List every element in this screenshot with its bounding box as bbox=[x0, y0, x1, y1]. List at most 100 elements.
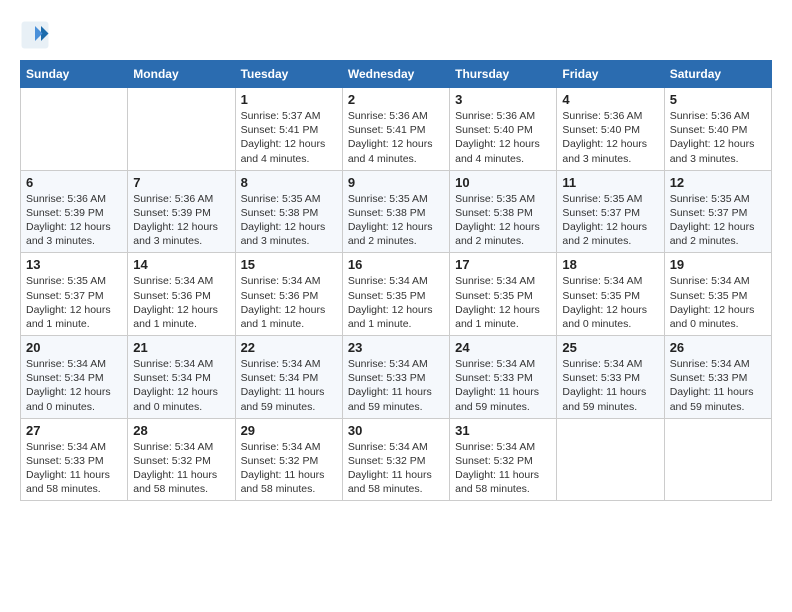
cell-info: Sunrise: 5:34 AMSunset: 5:36 PMDaylight:… bbox=[241, 274, 337, 331]
cell-day-number: 22 bbox=[241, 340, 337, 355]
cell-day-number: 13 bbox=[26, 257, 122, 272]
cell-day-number: 8 bbox=[241, 175, 337, 190]
calendar-cell: 5 Sunrise: 5:36 AMSunset: 5:40 PMDaylight… bbox=[664, 88, 771, 171]
cell-info: Sunrise: 5:36 AMSunset: 5:39 PMDaylight:… bbox=[26, 192, 122, 249]
cell-info: Sunrise: 5:34 AMSunset: 5:32 PMDaylight:… bbox=[348, 440, 444, 497]
cell-info: Sunrise: 5:34 AMSunset: 5:32 PMDaylight:… bbox=[241, 440, 337, 497]
calendar-cell: 30 Sunrise: 5:34 AMSunset: 5:32 PMDayligh… bbox=[342, 418, 449, 501]
calendar-week-row: 1 Sunrise: 5:37 AMSunset: 5:41 PMDaylight… bbox=[21, 88, 772, 171]
calendar-cell: 7 Sunrise: 5:36 AMSunset: 5:39 PMDaylight… bbox=[128, 170, 235, 253]
cell-info: Sunrise: 5:36 AMSunset: 5:39 PMDaylight:… bbox=[133, 192, 229, 249]
calendar-cell: 9 Sunrise: 5:35 AMSunset: 5:38 PMDaylight… bbox=[342, 170, 449, 253]
calendar-cell: 8Sunrise: 5:35 AMSunset: 5:38 PMDaylight… bbox=[235, 170, 342, 253]
cell-day-number: 21 bbox=[133, 340, 229, 355]
cell-info: Sunrise: 5:34 AMSunset: 5:35 PMDaylight:… bbox=[562, 274, 658, 331]
calendar-cell: 19 Sunrise: 5:34 AMSunset: 5:35 PMDayligh… bbox=[664, 253, 771, 336]
calendar-cell: 11 Sunrise: 5:35 AMSunset: 5:37 PMDayligh… bbox=[557, 170, 664, 253]
cell-day-number: 11 bbox=[562, 175, 658, 190]
calendar-week-row: 13 Sunrise: 5:35 AMSunset: 5:37 PMDayligh… bbox=[21, 253, 772, 336]
calendar-header: SundayMondayTuesdayWednesdayThursdayFrid… bbox=[21, 61, 772, 88]
calendar-cell: 21 Sunrise: 5:34 AMSunset: 5:34 PMDayligh… bbox=[128, 336, 235, 419]
cell-info: Sunrise: 5:36 AMSunset: 5:40 PMDaylight:… bbox=[562, 109, 658, 166]
calendar-cell: 4 Sunrise: 5:36 AMSunset: 5:40 PMDaylight… bbox=[557, 88, 664, 171]
cell-day-number: 24 bbox=[455, 340, 551, 355]
cell-day-number: 4 bbox=[562, 92, 658, 107]
cell-info: Sunrise: 5:36 AMSunset: 5:41 PMDaylight:… bbox=[348, 109, 444, 166]
calendar-cell: 6 Sunrise: 5:36 AMSunset: 5:39 PMDaylight… bbox=[21, 170, 128, 253]
calendar-cell: 28 Sunrise: 5:34 AMSunset: 5:32 PMDayligh… bbox=[128, 418, 235, 501]
calendar-cell: 13 Sunrise: 5:35 AMSunset: 5:37 PMDayligh… bbox=[21, 253, 128, 336]
cell-day-number: 30 bbox=[348, 423, 444, 438]
cell-day-number: 25 bbox=[562, 340, 658, 355]
calendar-cell: 2Sunrise: 5:36 AMSunset: 5:41 PMDaylight… bbox=[342, 88, 449, 171]
calendar-cell: 15Sunrise: 5:34 AMSunset: 5:36 PMDayligh… bbox=[235, 253, 342, 336]
calendar-cell: 12Sunrise: 5:35 AMSunset: 5:37 PMDayligh… bbox=[664, 170, 771, 253]
weekday-header: Sunday bbox=[21, 61, 128, 88]
cell-info: Sunrise: 5:34 AMSunset: 5:33 PMDaylight:… bbox=[455, 357, 551, 414]
weekday-header: Monday bbox=[128, 61, 235, 88]
calendar-cell: 18 Sunrise: 5:34 AMSunset: 5:35 PMDayligh… bbox=[557, 253, 664, 336]
calendar-cell: 24 Sunrise: 5:34 AMSunset: 5:33 PMDayligh… bbox=[450, 336, 557, 419]
cell-day-number: 3 bbox=[455, 92, 551, 107]
calendar-cell bbox=[21, 88, 128, 171]
calendar-cell: 23 Sunrise: 5:34 AMSunset: 5:33 PMDayligh… bbox=[342, 336, 449, 419]
cell-day-number: 31 bbox=[455, 423, 551, 438]
cell-day-number: 10 bbox=[455, 175, 551, 190]
cell-info: Sunrise: 5:34 AMSunset: 5:32 PMDaylight:… bbox=[455, 440, 551, 497]
calendar-cell: 26Sunrise: 5:34 AMSunset: 5:33 PMDayligh… bbox=[664, 336, 771, 419]
cell-info: Sunrise: 5:35 AMSunset: 5:37 PMDaylight:… bbox=[562, 192, 658, 249]
cell-day-number: 7 bbox=[133, 175, 229, 190]
weekday-header: Wednesday bbox=[342, 61, 449, 88]
cell-info: Sunrise: 5:34 AMSunset: 5:33 PMDaylight:… bbox=[348, 357, 444, 414]
cell-day-number: 5 bbox=[670, 92, 766, 107]
cell-info: Sunrise: 5:34 AMSunset: 5:34 PMDaylight:… bbox=[26, 357, 122, 414]
calendar-table: SundayMondayTuesdayWednesdayThursdayFrid… bbox=[20, 60, 772, 501]
cell-info: Sunrise: 5:34 AMSunset: 5:33 PMDaylight:… bbox=[562, 357, 658, 414]
cell-day-number: 18 bbox=[562, 257, 658, 272]
cell-day-number: 6 bbox=[26, 175, 122, 190]
calendar-cell: 20Sunrise: 5:34 AMSunset: 5:34 PMDayligh… bbox=[21, 336, 128, 419]
cell-day-number: 28 bbox=[133, 423, 229, 438]
calendar-cell: 14 Sunrise: 5:34 AMSunset: 5:36 PMDayligh… bbox=[128, 253, 235, 336]
page-container: SundayMondayTuesdayWednesdayThursdayFrid… bbox=[20, 20, 772, 501]
calendar-cell: 1 Sunrise: 5:37 AMSunset: 5:41 PMDaylight… bbox=[235, 88, 342, 171]
cell-info: Sunrise: 5:37 AMSunset: 5:41 PMDaylight:… bbox=[241, 109, 337, 166]
cell-info: Sunrise: 5:35 AMSunset: 5:38 PMDaylight:… bbox=[455, 192, 551, 249]
calendar-week-row: 20Sunrise: 5:34 AMSunset: 5:34 PMDayligh… bbox=[21, 336, 772, 419]
cell-info: Sunrise: 5:35 AMSunset: 5:37 PMDaylight:… bbox=[26, 274, 122, 331]
cell-info: Sunrise: 5:36 AMSunset: 5:40 PMDaylight:… bbox=[455, 109, 551, 166]
cell-day-number: 23 bbox=[348, 340, 444, 355]
calendar-cell bbox=[557, 418, 664, 501]
weekday-header: Friday bbox=[557, 61, 664, 88]
cell-day-number: 17 bbox=[455, 257, 551, 272]
calendar-cell: 31 Sunrise: 5:34 AMSunset: 5:32 PMDayligh… bbox=[450, 418, 557, 501]
cell-info: Sunrise: 5:36 AMSunset: 5:40 PMDaylight:… bbox=[670, 109, 766, 166]
logo-icon bbox=[20, 20, 50, 50]
cell-info: Sunrise: 5:34 AMSunset: 5:35 PMDaylight:… bbox=[670, 274, 766, 331]
cell-day-number: 1 bbox=[241, 92, 337, 107]
calendar-cell: 27 Sunrise: 5:34 AMSunset: 5:33 PMDayligh… bbox=[21, 418, 128, 501]
cell-day-number: 12 bbox=[670, 175, 766, 190]
cell-info: Sunrise: 5:34 AMSunset: 5:36 PMDaylight:… bbox=[133, 274, 229, 331]
calendar-cell: 17Sunrise: 5:34 AMSunset: 5:35 PMDayligh… bbox=[450, 253, 557, 336]
cell-day-number: 14 bbox=[133, 257, 229, 272]
calendar-cell: 16Sunrise: 5:34 AMSunset: 5:35 PMDayligh… bbox=[342, 253, 449, 336]
cell-info: Sunrise: 5:34 AMSunset: 5:33 PMDaylight:… bbox=[26, 440, 122, 497]
cell-day-number: 9 bbox=[348, 175, 444, 190]
calendar-body: 1 Sunrise: 5:37 AMSunset: 5:41 PMDaylight… bbox=[21, 88, 772, 501]
cell-day-number: 27 bbox=[26, 423, 122, 438]
cell-info: Sunrise: 5:34 AMSunset: 5:34 PMDaylight:… bbox=[241, 357, 337, 414]
calendar-week-row: 27 Sunrise: 5:34 AMSunset: 5:33 PMDayligh… bbox=[21, 418, 772, 501]
cell-info: Sunrise: 5:34 AMSunset: 5:35 PMDaylight:… bbox=[348, 274, 444, 331]
cell-info: Sunrise: 5:35 AMSunset: 5:38 PMDaylight:… bbox=[348, 192, 444, 249]
calendar-cell bbox=[664, 418, 771, 501]
cell-day-number: 29 bbox=[241, 423, 337, 438]
cell-info: Sunrise: 5:34 AMSunset: 5:34 PMDaylight:… bbox=[133, 357, 229, 414]
calendar-cell bbox=[128, 88, 235, 171]
cell-day-number: 19 bbox=[670, 257, 766, 272]
logo bbox=[20, 20, 54, 50]
weekday-header: Tuesday bbox=[235, 61, 342, 88]
calendar-cell: 3 Sunrise: 5:36 AMSunset: 5:40 PMDaylight… bbox=[450, 88, 557, 171]
cell-info: Sunrise: 5:34 AMSunset: 5:32 PMDaylight:… bbox=[133, 440, 229, 497]
cell-day-number: 26 bbox=[670, 340, 766, 355]
